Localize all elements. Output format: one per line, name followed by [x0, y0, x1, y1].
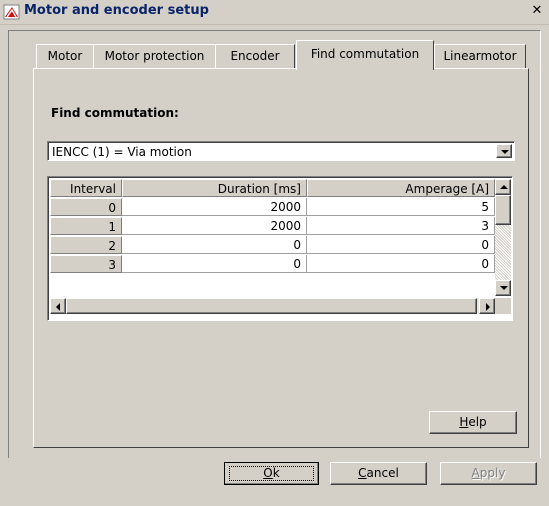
button-label: ancel [366, 466, 399, 480]
interval-grid[interactable]: Interval Duration [ms] Amperage [A] 0 20… [47, 176, 513, 321]
scroll-down-button[interactable] [495, 280, 511, 296]
scroll-right-button[interactable] [479, 298, 495, 314]
button-mnemonic: A [471, 466, 480, 480]
duration-cell[interactable]: 2000 [122, 217, 307, 235]
horizontal-scroll-thumb[interactable] [66, 298, 477, 314]
commutation-mode-select[interactable]: IENCC (1) = Via motion [47, 141, 515, 161]
interval-cell: 1 [50, 217, 122, 235]
tab-find-commutation[interactable]: Find commutation [296, 40, 434, 70]
amperage-cell[interactable]: 0 [307, 255, 495, 273]
dropdown-button[interactable] [496, 144, 512, 158]
arrow-down-icon [500, 286, 508, 290]
arrow-left-icon [56, 303, 60, 311]
button-mnemonic: C [358, 466, 367, 480]
duration-cell[interactable]: 0 [122, 236, 307, 254]
scrollbar-corner [495, 298, 511, 314]
chevron-down-icon [501, 150, 509, 154]
cancel-button[interactable]: Cancel [330, 462, 427, 485]
tab-linearmotor[interactable]: Linearmotor [434, 44, 526, 69]
vertical-scroll-thumb[interactable] [495, 195, 511, 225]
scroll-up-button[interactable] [495, 179, 511, 195]
select-value: IENCC (1) = Via motion [52, 145, 192, 159]
tab-encoder[interactable]: Encoder [215, 44, 295, 69]
button-mnemonic: H [459, 415, 469, 429]
app-icon[interactable] [3, 3, 21, 21]
window-title: Motor and encoder setup [24, 3, 209, 18]
tab-label: Encoder [230, 49, 280, 63]
section-label: Find commutation: [51, 106, 179, 120]
horizontal-scrollbar[interactable] [50, 298, 495, 314]
tab-label: Find commutation [310, 47, 420, 61]
apply-button[interactable]: Apply [440, 462, 537, 485]
amperage-cell[interactable]: 5 [307, 198, 495, 216]
amperage-cell[interactable]: 0 [307, 236, 495, 254]
interval-cell: 3 [50, 255, 122, 273]
interval-cell: 0 [50, 198, 122, 216]
interval-cell: 2 [50, 236, 122, 254]
focus-rect [229, 466, 314, 481]
column-header-interval[interactable]: Interval [50, 179, 122, 197]
ok-button[interactable]: Ok [224, 462, 319, 485]
vertical-scrollbar[interactable] [495, 179, 511, 296]
column-header-duration[interactable]: Duration [ms] [122, 179, 307, 197]
title-bar[interactable]: Motor and encoder setup ✕ [0, 0, 549, 25]
tab-motor-protection[interactable]: Motor protection [93, 44, 216, 69]
button-label: elp [468, 415, 487, 429]
tab-label: Linearmotor [443, 49, 517, 63]
duration-cell[interactable]: 2000 [122, 198, 307, 216]
tab-label: Motor protection [104, 49, 205, 63]
close-icon[interactable]: ✕ [530, 4, 544, 18]
button-label: pply [479, 466, 506, 480]
tab-label: Motor [47, 49, 83, 63]
tab-motor[interactable]: Motor [36, 44, 94, 69]
column-header-amperage[interactable]: Amperage [A] [307, 179, 495, 197]
help-button[interactable]: Help [429, 411, 517, 434]
arrow-right-icon [486, 303, 490, 311]
amperage-cell[interactable]: 3 [307, 217, 495, 235]
duration-cell[interactable]: 0 [122, 255, 307, 273]
scroll-left-button[interactable] [50, 298, 66, 314]
arrow-up-icon [500, 185, 508, 189]
